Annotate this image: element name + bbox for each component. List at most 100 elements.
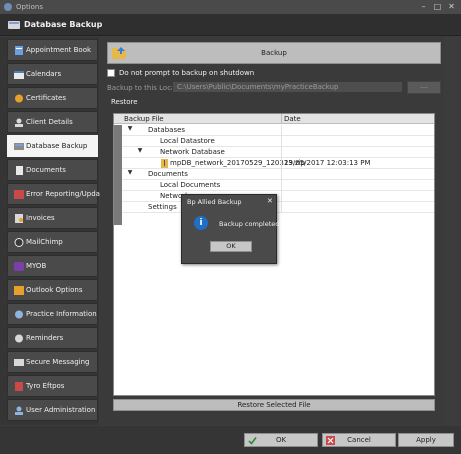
- maximize-icon[interactable]: □: [433, 3, 442, 11]
- sidebar-item-tyro-eftpos[interactable]: Tyro Eftpos: [7, 375, 98, 397]
- invoices-icon: [15, 214, 23, 223]
- dialog-close-icon[interactable]: ✕: [267, 197, 273, 205]
- sidebar-item-label: MailChimp: [26, 238, 63, 246]
- window-title: Options: [16, 3, 44, 11]
- restore-selected-button[interactable]: Restore Selected File: [113, 399, 435, 411]
- sidebar-item-label: Practice Information: [26, 310, 97, 318]
- tree-row[interactable]: Local Documents: [122, 180, 434, 191]
- cancel-icon: [326, 436, 335, 445]
- tyro-icon: [15, 382, 23, 391]
- sidebar-item-calendars[interactable]: Calendars: [7, 63, 98, 85]
- sidebar-item-label: Calendars: [26, 70, 62, 78]
- row-label: Network Database: [160, 148, 225, 156]
- minimize-icon[interactable]: –: [419, 3, 428, 11]
- sidebar-item-label: Invoices: [26, 214, 55, 222]
- reminders-icon: [15, 334, 23, 343]
- client-icon: [15, 118, 23, 127]
- outlook-icon: [14, 286, 24, 295]
- restore-group-label: Restore: [111, 98, 138, 106]
- sidebar-item-label: MYOB: [26, 262, 47, 270]
- row-selector-gutter: [114, 125, 122, 225]
- sidebar-item-user-administration[interactable]: User Administration: [7, 399, 98, 421]
- cancel-label: Cancel: [347, 436, 371, 444]
- practice-icon: [15, 310, 23, 319]
- tree-row[interactable]: ▼ Network Database: [122, 147, 434, 158]
- documents-icon: [16, 166, 23, 175]
- row-label: Settings: [148, 203, 177, 211]
- backup-button-label: Backup: [261, 49, 287, 57]
- backup-button[interactable]: Backup: [107, 42, 441, 64]
- sidebar-item-secure-messaging[interactable]: Secure Messaging: [7, 351, 98, 373]
- secure-messaging-icon: [14, 359, 24, 366]
- grid-header: Backup File Date: [114, 114, 434, 124]
- error-reporting-icon: [14, 190, 24, 199]
- sidebar-item-label: Secure Messaging: [26, 358, 90, 366]
- tree-row[interactable]: ▼ Databases: [122, 125, 434, 136]
- calendar-icon: [14, 71, 24, 79]
- mailchimp-icon: [14, 238, 24, 247]
- tree-row[interactable]: Network: [122, 191, 434, 202]
- sidebar-item-label: Documents: [26, 166, 66, 174]
- backup-folder-icon: [112, 47, 126, 59]
- collapse-icon[interactable]: ▼: [136, 147, 144, 154]
- sidebar-item-myob[interactable]: MYOB: [7, 255, 98, 277]
- location-field[interactable]: C:\Users\Public\Documents\myPracticeBack…: [172, 81, 403, 93]
- myob-icon: [14, 262, 24, 271]
- row-label: Local Datastore: [160, 137, 215, 145]
- no-prompt-checkbox[interactable]: [107, 69, 115, 77]
- app-icon: [4, 3, 12, 11]
- column-header-date[interactable]: Date: [284, 115, 301, 123]
- info-icon: i: [194, 216, 208, 230]
- no-prompt-label: Do not prompt to backup on shutdown: [119, 69, 255, 77]
- ok-button[interactable]: OK: [244, 433, 318, 447]
- footer-bar: OK Cancel Apply: [0, 426, 461, 454]
- sidebar-item-label: Tyro Eftpos: [26, 382, 65, 390]
- database-backup-icon: [14, 143, 24, 150]
- sidebar-item-label: Reminders: [26, 334, 64, 342]
- column-header-backup-file[interactable]: Backup File: [124, 115, 164, 123]
- sidebar-item-appointment-book[interactable]: Appointment Book: [7, 39, 98, 61]
- sidebar-item-error-reporting[interactable]: Error Reporting/Updates: [7, 183, 111, 205]
- dialog-message: Backup completed: [219, 220, 280, 228]
- close-icon[interactable]: ✕: [447, 3, 456, 11]
- row-label: Local Documents: [160, 181, 221, 189]
- cancel-button[interactable]: Cancel: [322, 433, 396, 447]
- certificate-icon: [15, 94, 23, 103]
- sidebar-item-label: Outlook Options: [26, 286, 83, 294]
- calendar-book-icon: [15, 46, 23, 55]
- dialog-ok-button[interactable]: OK: [210, 241, 252, 252]
- tree-row[interactable]: Local Datastore: [122, 136, 434, 147]
- row-date: 29/05/2017 12:03:13 PM: [284, 159, 371, 167]
- sidebar-item-invoices[interactable]: Invoices: [7, 207, 98, 229]
- collapse-icon[interactable]: ▼: [126, 169, 134, 176]
- apply-button[interactable]: Apply: [398, 433, 454, 447]
- sidebar-item-label: Error Reporting/Updates: [26, 190, 111, 198]
- sidebar-item-database-backup[interactable]: Database Backup: [7, 135, 98, 157]
- sidebar-item-label: Certificates: [26, 94, 67, 102]
- check-icon: [248, 437, 257, 445]
- sidebar-item-reminders[interactable]: Reminders: [7, 327, 98, 349]
- title-bar: Options – □ ✕: [0, 0, 461, 14]
- zip-file-icon: [161, 159, 168, 168]
- sidebar-item-mailchimp[interactable]: MailChimp: [7, 231, 98, 253]
- section-header: Database Backup: [0, 14, 461, 36]
- sidebar-item-label: Appointment Book: [26, 46, 92, 54]
- sidebar-item-label: Client Details: [26, 118, 73, 126]
- sidebar-item-outlook-options[interactable]: Outlook Options: [7, 279, 98, 301]
- collapse-icon[interactable]: ▼: [126, 125, 134, 132]
- sidebar-item-certificates[interactable]: Certificates: [7, 87, 98, 109]
- sidebar: Appointment Book Calendars Certificates …: [0, 37, 111, 425]
- user-admin-icon: [15, 406, 23, 415]
- tree-row[interactable]: Settings: [122, 202, 434, 213]
- tree-row[interactable]: ▼ Documents: [122, 169, 434, 180]
- tree-row[interactable]: mpDB_network_20170529_120313.zip 29/05/2…: [122, 158, 434, 169]
- sidebar-item-practice-information[interactable]: Practice Information: [7, 303, 98, 325]
- dialog-title: Bp Allied Backup: [187, 198, 242, 206]
- browse-button[interactable]: ...: [407, 81, 441, 94]
- sidebar-item-label: User Administration: [26, 406, 96, 414]
- sidebar-item-documents[interactable]: Documents: [7, 159, 98, 181]
- ok-label: OK: [275, 436, 287, 444]
- sidebar-item-client-details[interactable]: Client Details: [7, 111, 98, 133]
- row-label: Documents: [148, 170, 188, 178]
- sidebar-item-label: Database Backup: [26, 142, 88, 150]
